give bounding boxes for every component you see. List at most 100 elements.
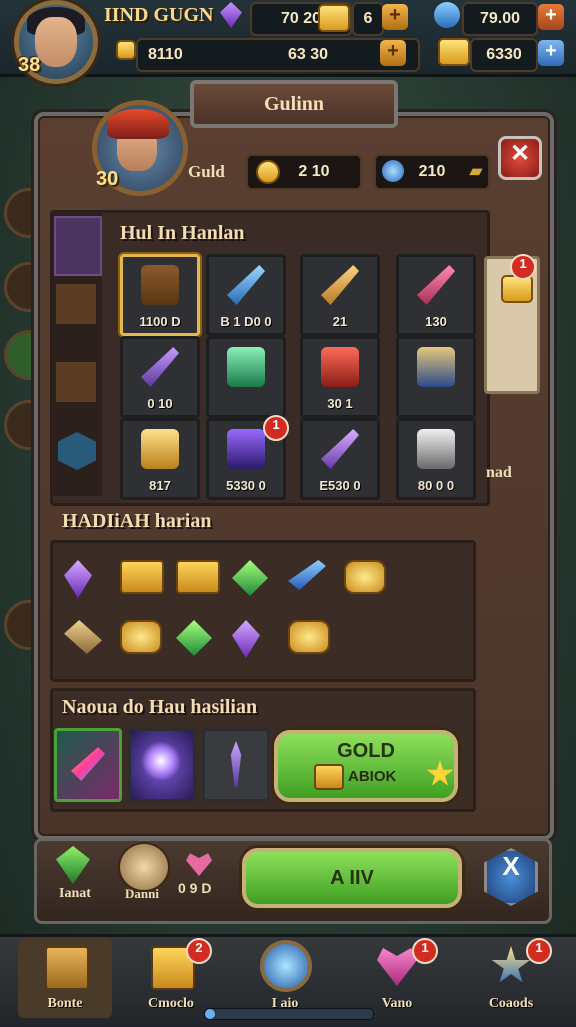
lightning-orb-icon [141,741,181,781]
notification-badge: 1 [526,938,552,964]
blue-orb-icon [434,2,460,28]
add-gold-plus-button[interactable]: + [538,40,564,66]
heart-gem-icon [377,948,417,986]
daily-rewards-title: HADIiAH harian [62,510,212,532]
item-slot[interactable]: 5330 0 1 [206,415,289,500]
magic-wand-icon [141,347,179,387]
gift-box-icon [314,764,344,790]
item-slot[interactable] [206,336,286,418]
item-price: 1100 D [139,314,181,329]
crystal-staff-icon [321,265,359,305]
bell-icon[interactable] [118,842,170,892]
heart-value: 0 9 D [178,880,212,896]
item-price: 21 [332,314,348,329]
main-action-button[interactable]: A IIV [242,848,462,908]
gem-value: 70 20 [280,10,322,27]
notification-badge: 1 [510,254,536,280]
item-price: 80 0 0 [417,478,455,493]
side-text: nad [486,464,512,481]
gold-value: 6330 [486,46,522,63]
gold-coins-icon[interactable] [288,620,330,654]
small-counter: 6 [352,2,384,36]
star-icon [426,760,454,786]
panel-crystal-counter: 210 ▰ [374,154,490,190]
small-counter-value: 6 [363,10,373,27]
add-crystal-button[interactable]: + [538,4,564,30]
gold-offer-button[interactable]: GOLD ABIOK [274,730,458,802]
item-slot[interactable]: E530 0 [300,418,380,500]
blue-armor-icon [417,347,455,387]
gift-box-icon[interactable] [176,560,220,594]
item-slot[interactable]: B 1 D0 0 [206,254,286,336]
add-gold-bar-button[interactable]: + [380,40,406,66]
guild-label: Guld [188,162,225,181]
nav-item[interactable]: Coaods 1 [464,938,558,1018]
gold-offer-title: GOLD [337,740,395,762]
gold-offer-subtitle: ABIOK [348,768,397,785]
item-slot[interactable]: 80 0 0 [396,418,476,500]
dark-spear-icon [230,741,242,787]
category-chest[interactable] [56,284,96,324]
crossed-swords-icon [321,429,359,469]
crystal-value: 79.00 [479,10,521,27]
notification-badge: 1 [412,938,438,964]
gift-box-icon[interactable] [120,560,164,594]
item-slot[interactable]: 130 [396,254,476,336]
gold-bar-counter: 8110 63 30 [136,38,420,72]
scroll-thumb[interactable] [205,1009,215,1019]
offer-card-lightning[interactable] [128,728,196,802]
scroll-indicator[interactable] [204,1008,374,1020]
nav-item[interactable]: Vano 1 [350,938,444,1018]
item-slot[interactable]: 817 [120,418,200,500]
emerald-amulet-icon [227,347,265,387]
daily-rewards-box [50,540,476,682]
special-offer-title: Naoua do Hau hasilian [62,696,258,718]
category-hero[interactable] [54,216,102,276]
section-title: Hul In Hanlan [120,222,245,244]
scythe-icon [417,429,455,469]
nav-label: Coaods [488,996,534,1011]
guild-avatar-hair [107,109,169,139]
nav-item[interactable]: Cmoclo 2 [124,938,218,1018]
gold-coin-icon [116,40,136,60]
blue-orb-icon [382,160,404,182]
item-slot[interactable]: 0 10 [120,336,200,418]
item-price: 0 10 [147,396,173,411]
item-slot[interactable]: 1100 D [120,254,200,336]
category-gems[interactable] [58,432,96,470]
nav-item[interactable]: Bonte [18,938,112,1018]
nav-item[interactable]: I aio [238,938,332,1018]
potion-flask-icon [227,429,265,469]
gold-helmet-icon [141,429,179,469]
gold-counter: 6330 [470,38,538,72]
panel-crystal-value: 210 [418,163,446,180]
item-price: 5330 0 [226,478,266,493]
notification-badge: 2 [186,938,212,964]
action-item2-label: Danni [125,886,159,901]
blue-orb-icon [260,940,312,992]
avatar-face [35,17,77,67]
gold-alt-value: 63 30 [287,46,328,63]
category-weapons[interactable] [56,362,96,402]
pink-blade-icon [417,265,455,305]
item-slot[interactable] [396,336,476,418]
item-price: 817 [149,478,171,493]
item-slot[interactable]: 30 1 [300,336,380,418]
star-emblem-icon [491,946,531,983]
gold-small-value: 8110 [148,46,183,63]
gold-bar-icon [501,275,533,303]
gold-coins-icon[interactable] [120,620,162,654]
offer-card-rainbow-blade[interactable] [54,728,122,802]
gold-coin-icon [256,160,280,184]
item-slot[interactable]: 21 [300,254,380,336]
close-button[interactable]: ✕ [498,136,542,180]
add-gold-button[interactable]: + [382,4,408,30]
gold-coins-icon[interactable] [344,560,386,594]
item-price: 130 [425,314,447,329]
offer-card-spear[interactable] [202,728,270,802]
item-price: 30 1 [327,396,353,411]
crate-icon [45,946,89,990]
gold-bar-icon: ▰ [469,163,482,180]
red-axe-icon [321,347,359,387]
category-column [52,212,102,496]
